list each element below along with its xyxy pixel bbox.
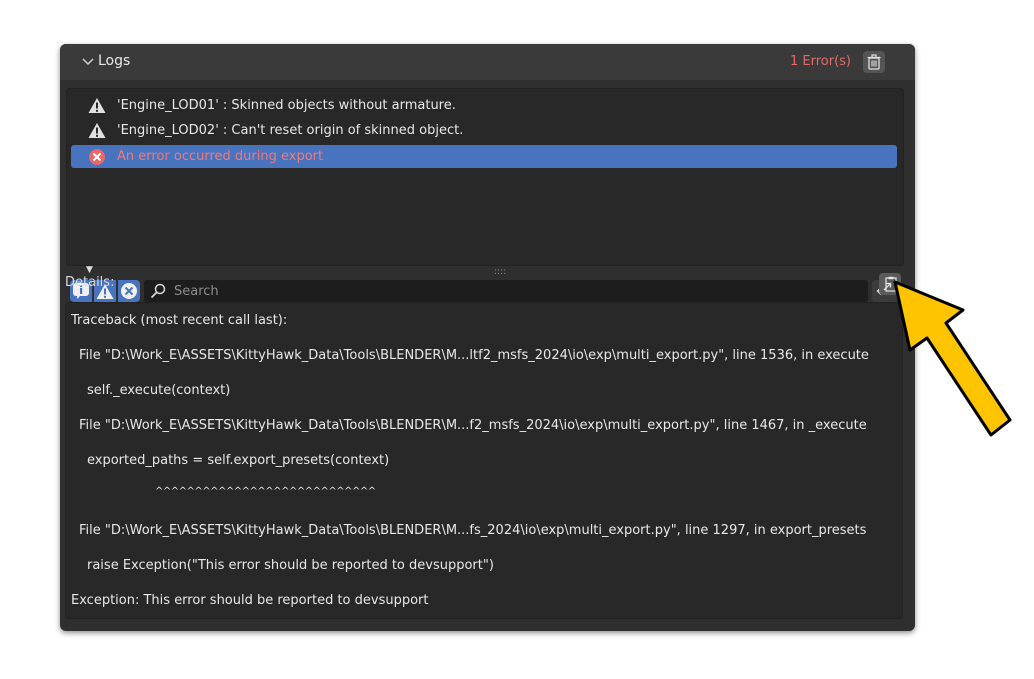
resize-grip-icon[interactable]: :::: bbox=[494, 267, 506, 277]
warning-icon bbox=[88, 122, 106, 140]
panel-title: Logs bbox=[98, 53, 131, 69]
error-circle-icon bbox=[121, 283, 137, 299]
traceback-line: ^^^^^^^^^^^^^^^^^^^^^^^^^^^^ bbox=[155, 486, 376, 497]
traceback-line: File "D:\Work_E\ASSETS\KittyHawk_Data\To… bbox=[79, 523, 867, 538]
traceback-line: Exception: This error should be reported… bbox=[71, 593, 429, 608]
log-item-error-selected[interactable]: An error occurred during export bbox=[71, 145, 897, 168]
search-field[interactable] bbox=[144, 280, 868, 302]
search-input[interactable] bbox=[174, 280, 854, 302]
error-count-label: 1 Error(s) bbox=[790, 54, 852, 69]
clear-logs-button[interactable] bbox=[863, 51, 885, 73]
traceback-line: Traceback (most recent call last): bbox=[71, 313, 288, 328]
error-circle-icon bbox=[88, 148, 106, 166]
log-message: 'Engine_LOD02' : Can't reset origin of s… bbox=[117, 123, 464, 138]
traceback-line: exported_paths = self.export_presets(con… bbox=[87, 453, 390, 468]
traceback-line: File "D:\Work_E\ASSETS\KittyHawk_Data\To… bbox=[79, 348, 869, 363]
chevron-down-icon[interactable] bbox=[80, 54, 96, 70]
log-list[interactable]: 'Engine_LOD01' : Skinned objects without… bbox=[66, 88, 904, 302]
log-message: An error occurred during export bbox=[117, 149, 324, 164]
log-message: 'Engine_LOD01' : Skinned objects without… bbox=[117, 98, 456, 113]
details-text-area[interactable]: Traceback (most recent call last): File … bbox=[65, 302, 903, 619]
search-icon bbox=[150, 283, 166, 299]
expand-triangle-icon[interactable]: ▼ bbox=[86, 265, 93, 275]
filter-bar bbox=[70, 279, 900, 303]
warning-icon bbox=[88, 97, 106, 115]
logs-header[interactable]: Logs 1 Error(s) bbox=[60, 44, 915, 80]
trash-icon bbox=[867, 54, 881, 70]
error-filter-toggle[interactable] bbox=[118, 280, 140, 302]
details-label: Details: bbox=[65, 275, 115, 290]
traceback-line: self._execute(context) bbox=[87, 383, 231, 398]
traceback-line: File "D:\Work_E\ASSETS\KittyHawk_Data\To… bbox=[79, 418, 867, 433]
logs-panel: Logs 1 Error(s) 'Engine_LOD01' : Skinned… bbox=[60, 44, 915, 631]
annotation-arrow-icon bbox=[893, 280, 1012, 437]
traceback-line: raise Exception("This error should be re… bbox=[87, 558, 494, 573]
log-item-warning[interactable]: 'Engine_LOD01' : Skinned objects without… bbox=[71, 94, 897, 117]
log-item-warning[interactable]: 'Engine_LOD02' : Can't reset origin of s… bbox=[71, 119, 897, 142]
